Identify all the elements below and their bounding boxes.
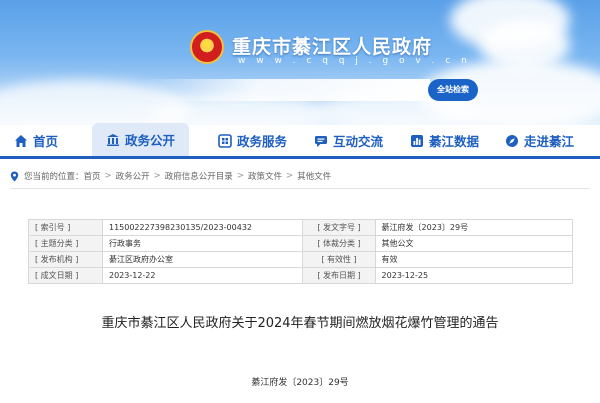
nav-item-home[interactable]: 首页 [14,125,58,156]
breadcrumb-separator: > [236,171,244,181]
breadcrumb-link-government-affairs[interactable]: 政务公开 [116,170,150,182]
written-date-value: 2023-12-22 [101,267,304,284]
breadcrumb: 您当前的位置： 首页 > 政务公开 > 政府信息公开目录 > 政策文件 > 其他… [10,166,590,186]
topic-category-value: 行政事务 [101,235,304,252]
nav-item-government-services[interactable]: 政务服务 [218,125,287,156]
search-button[interactable]: 全站检索 [428,79,478,101]
nav-item-label: 政务公开 [125,133,176,148]
index-number-value: 11500222739823013​5/2023-00432 [101,219,304,236]
search-bar: 全站检索 [140,79,478,101]
nav-item-qijiang-data[interactable]: 綦江数据 [410,125,479,156]
search-input[interactable] [140,79,430,101]
document-number: 綦江府发〔2023〕29号 [251,378,349,388]
nav-item-government-affairs[interactable]: 政务公开 [92,123,190,156]
document-info-table: [ 索引号 ] 11500222739823013​5/2023-00432 [… [28,219,574,284]
topic-category-label: [ 主题分类 ] [28,235,103,252]
nav-item-about-qijiang[interactable]: 走进綦江 [505,125,574,156]
compass-icon [506,134,518,147]
breadcrumb-link-policy-documents[interactable]: 政策文件 [248,170,282,182]
validity-label: [ 有效性 ] [302,251,376,268]
index-number-label: [ 索引号 ] [28,219,103,236]
table-row: [ 索引号 ] 11500222739823013​5/2023-00432 [… [28,219,574,236]
genre-category-label: [ 体裁分类 ] [302,235,376,252]
table-row: [ 主题分类 ] 行政事务 [ 体裁分类 ] 其他公文 [28,235,574,252]
site-title: 重庆市綦江区人民政府 [232,36,433,58]
breadcrumb-link-home[interactable]: 首页 [84,170,101,182]
nav-item-label: 互动交流 [333,134,384,149]
grid-icon [218,133,232,148]
divider [10,188,590,189]
table-row: [ 发布机构 ] 綦江区政府办公室 [ 有效性 ] 有效 [28,251,574,268]
validity-value: 有效 [374,251,574,268]
breadcrumb-separator: > [153,171,161,181]
breadcrumb-separator: > [104,171,112,181]
nav-item-label: 綦江数据 [429,134,480,149]
main-nav: 首页 政务公开 政务服务 互动交流 綦江数据 走进綦江 [0,123,600,159]
nav-item-label: 政务服务 [237,134,288,149]
breadcrumb-prefix: 您当前的位置： [24,172,84,182]
issuing-agency-label: [ 发布机构 ] [28,251,103,268]
publish-date-value: 2023-12-25 [374,267,574,284]
breadcrumb-link-other-documents[interactable]: 其他文件 [297,170,331,182]
national-emblem-icon: ★ [190,30,224,64]
breadcrumb-separator: > [285,171,294,181]
document-number-value: 綦江府发〔2023〕29号 [374,219,574,236]
header-banner: ★ 重庆市綦江区人民政府 w w w . c q q j . g o v . c… [0,0,600,125]
publish-date-label: [ 发布日期 ] [302,267,376,284]
site-brand[interactable]: ★ 重庆市綦江区人民政府 w w w . c q q j . g o v . c… [190,30,467,74]
home-icon [15,134,27,147]
nav-item-interaction[interactable]: 互动交流 [314,125,383,156]
building-icon [107,133,119,146]
document-title: 重庆市綦江区人民政府关于2024年春节期间燃放烟花爆竹管理的通告 [101,316,499,331]
nav-item-label: 走进綦江 [524,134,575,149]
location-pin-icon [10,171,19,181]
document-number-label: [ 发文字号 ] [302,219,376,236]
site-url: w w w . c q q j . g o v . c n [238,56,471,66]
issuing-agency-value: 綦江区政府办公室 [101,251,304,268]
nav-item-label: 首页 [33,134,59,149]
written-date-label: [ 成文日期 ] [28,267,103,284]
data-icon [411,134,423,147]
table-row: [ 成文日期 ] 2023-12-22 [ 发布日期 ] 2023-12-25 [28,267,574,284]
breadcrumb-link-info-catalog[interactable]: 政府信息公开目录 [165,170,233,182]
genre-category-value: 其他公文 [374,235,574,252]
chat-icon [315,135,327,147]
